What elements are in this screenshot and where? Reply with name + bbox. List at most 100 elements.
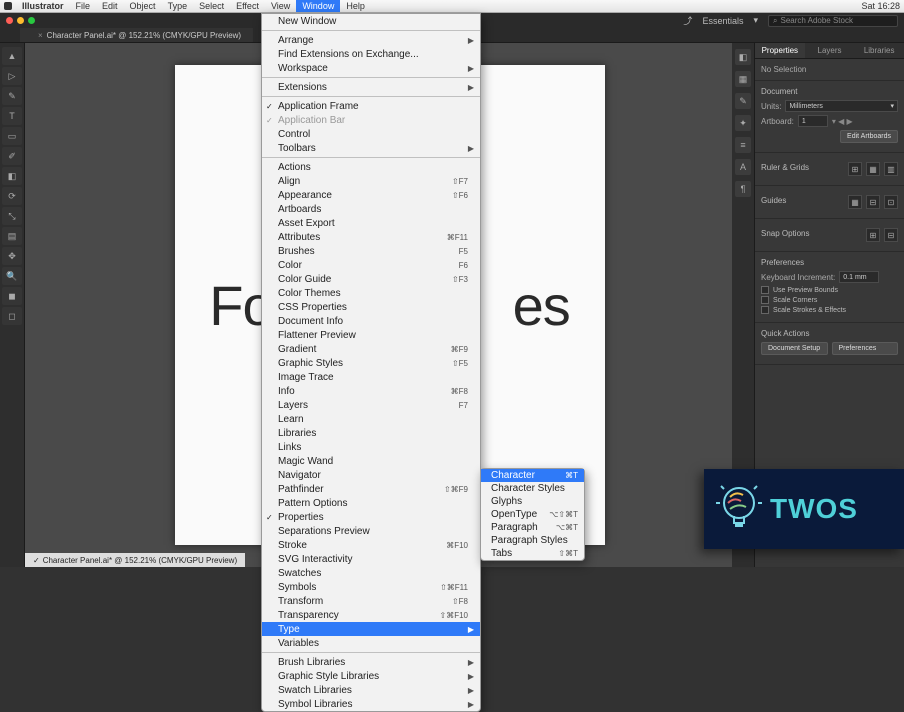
- close-window-icon[interactable]: [6, 17, 13, 24]
- submenu-item-glyphs[interactable]: Glyphs: [481, 495, 584, 508]
- menu-item-variables[interactable]: Variables: [262, 636, 480, 650]
- units-dropdown[interactable]: Millimeters ▾: [785, 100, 898, 112]
- scale-tool-icon[interactable]: ⤡: [2, 207, 22, 225]
- menu-item-symbol-libraries[interactable]: Symbol Libraries▶: [262, 697, 480, 711]
- edit-artboards-button[interactable]: Edit Artboards: [840, 130, 898, 143]
- guides-icon-3[interactable]: ⊡: [884, 195, 898, 209]
- menu-item-control[interactable]: Control: [262, 127, 480, 141]
- menu-type[interactable]: Type: [162, 0, 194, 12]
- menu-item-attributes[interactable]: Attributes⌘F11: [262, 230, 480, 244]
- menu-item-extensions[interactable]: Extensions▶: [262, 80, 480, 94]
- menu-help[interactable]: Help: [340, 0, 371, 12]
- tab-libraries[interactable]: Libraries: [854, 43, 904, 58]
- menu-item-color[interactable]: ColorF6: [262, 258, 480, 272]
- swatches-panel-icon[interactable]: ▦: [735, 71, 751, 87]
- menu-item-learn[interactable]: Learn: [262, 412, 480, 426]
- keyboard-increment-field[interactable]: 0.1 mm: [839, 271, 879, 283]
- transparency-grid-icon[interactable]: ▥: [884, 162, 898, 176]
- menu-object[interactable]: Object: [124, 0, 162, 12]
- snap-icon-2[interactable]: ⊟: [884, 228, 898, 242]
- menu-item-transparency[interactable]: Transparency⇧⌘F10: [262, 608, 480, 622]
- scale-corners-checkbox[interactable]: Scale Corners: [761, 296, 898, 304]
- grid-icon[interactable]: ▦: [866, 162, 880, 176]
- menu-item-gradient[interactable]: Gradient⌘F9: [262, 342, 480, 356]
- menu-item-graphic-styles[interactable]: Graphic Styles⇧F5: [262, 356, 480, 370]
- menu-item-type[interactable]: Type▶: [262, 622, 480, 636]
- tab-layers[interactable]: Layers: [805, 43, 855, 58]
- menu-item-flattener-preview[interactable]: Flattener Preview: [262, 328, 480, 342]
- menu-item-new-window[interactable]: New Window: [262, 14, 480, 28]
- menu-select[interactable]: Select: [193, 0, 230, 12]
- color-panel-icon[interactable]: ◧: [735, 49, 751, 65]
- menu-item-separations-preview[interactable]: Separations Preview: [262, 524, 480, 538]
- minimize-window-icon[interactable]: [17, 17, 24, 24]
- menu-item-brushes[interactable]: BrushesF5: [262, 244, 480, 258]
- menu-item-artboards[interactable]: Artboards: [262, 202, 480, 216]
- menu-item-find-extensions-on-exchange-[interactable]: Find Extensions on Exchange...: [262, 47, 480, 61]
- menu-item-swatch-libraries[interactable]: Swatch Libraries▶: [262, 683, 480, 697]
- menu-item-magic-wand[interactable]: Magic Wand: [262, 454, 480, 468]
- menu-item-css-properties[interactable]: CSS Properties: [262, 300, 480, 314]
- eyedropper-tool-icon[interactable]: ✥: [2, 247, 22, 265]
- menu-item-svg-interactivity[interactable]: SVG Interactivity: [262, 552, 480, 566]
- type-tool-icon[interactable]: T: [2, 107, 22, 125]
- menu-item-color-guide[interactable]: Color Guide⇧F3: [262, 272, 480, 286]
- submenu-item-character[interactable]: Character⌘T: [481, 469, 584, 482]
- brush-tool-icon[interactable]: ✐: [2, 147, 22, 165]
- menu-item-transform[interactable]: Transform⇧F8: [262, 594, 480, 608]
- open-document-indicator[interactable]: Character Panel.ai* @ 152.21% (CMYK/GPU …: [25, 553, 245, 567]
- guides-icon-2[interactable]: ⊟: [866, 195, 880, 209]
- zoom-tool-icon[interactable]: 🔍: [2, 267, 22, 285]
- preferences-button[interactable]: Preferences: [832, 342, 899, 355]
- menu-item-swatches[interactable]: Swatches: [262, 566, 480, 580]
- menu-item-info[interactable]: Info⌘F8: [262, 384, 480, 398]
- menu-edit[interactable]: Edit: [96, 0, 124, 12]
- menu-window[interactable]: Window: [296, 0, 340, 12]
- pen-tool-icon[interactable]: ✎: [2, 87, 22, 105]
- tab-properties[interactable]: Properties: [755, 43, 805, 58]
- menu-file[interactable]: File: [70, 0, 97, 12]
- document-tab[interactable]: × Character Panel.ai* @ 152.21% (CMYK/GP…: [20, 28, 253, 42]
- submenu-item-opentype[interactable]: OpenType⌥⇧⌘T: [481, 508, 584, 521]
- eraser-tool-icon[interactable]: ◧: [2, 167, 22, 185]
- ruler-icon[interactable]: ⊞: [848, 162, 862, 176]
- submenu-item-paragraph-styles[interactable]: Paragraph Styles: [481, 534, 584, 547]
- menu-item-libraries[interactable]: Libraries: [262, 426, 480, 440]
- workspace-switcher[interactable]: Essentials: [702, 16, 743, 26]
- menu-item-color-themes[interactable]: Color Themes: [262, 286, 480, 300]
- menu-effect[interactable]: Effect: [230, 0, 265, 12]
- rotate-tool-icon[interactable]: ⟳: [2, 187, 22, 205]
- app-name[interactable]: Illustrator: [16, 0, 70, 12]
- fill-swatch-icon[interactable]: ◼: [2, 287, 22, 305]
- guides-icon-1[interactable]: ▦: [848, 195, 862, 209]
- menu-item-graphic-style-libraries[interactable]: Graphic Style Libraries▶: [262, 669, 480, 683]
- snap-icon-1[interactable]: ⊞: [866, 228, 880, 242]
- menu-item-symbols[interactable]: Symbols⇧⌘F11: [262, 580, 480, 594]
- maximize-window-icon[interactable]: [28, 17, 35, 24]
- menu-item-navigator[interactable]: Navigator: [262, 468, 480, 482]
- document-setup-button[interactable]: Document Setup: [761, 342, 828, 355]
- menu-item-asset-export[interactable]: Asset Export: [262, 216, 480, 230]
- menu-item-layers[interactable]: LayersF7: [262, 398, 480, 412]
- menu-item-arrange[interactable]: Arrange▶: [262, 33, 480, 47]
- menu-item-appearance[interactable]: Appearance⇧F6: [262, 188, 480, 202]
- share-icon[interactable]: ⤴: [683, 14, 692, 27]
- menu-item-workspace[interactable]: Workspace▶: [262, 61, 480, 75]
- menu-item-stroke[interactable]: Stroke⌘F10: [262, 538, 480, 552]
- menu-item-properties[interactable]: Properties: [262, 510, 480, 524]
- submenu-item-paragraph[interactable]: Paragraph⌥⌘T: [481, 521, 584, 534]
- menu-item-actions[interactable]: Actions: [262, 160, 480, 174]
- stroke-swatch-icon[interactable]: ◻: [2, 307, 22, 325]
- menu-view[interactable]: View: [265, 0, 296, 12]
- scale-strokes-checkbox[interactable]: Scale Strokes & Effects: [761, 306, 898, 314]
- stroke-panel-icon[interactable]: ≡: [735, 137, 751, 153]
- submenu-item-character-styles[interactable]: Character Styles: [481, 482, 584, 495]
- chevron-down-icon[interactable]: ▾: [753, 15, 758, 26]
- menu-item-toolbars[interactable]: Toolbars▶: [262, 141, 480, 155]
- menu-item-align[interactable]: Align⇧F7: [262, 174, 480, 188]
- menu-item-application-frame[interactable]: Application Frame: [262, 99, 480, 113]
- menu-item-document-info[interactable]: Document Info: [262, 314, 480, 328]
- symbols-panel-icon[interactable]: ✦: [735, 115, 751, 131]
- selection-tool-icon[interactable]: ▲: [2, 47, 22, 65]
- menu-item-image-trace[interactable]: Image Trace: [262, 370, 480, 384]
